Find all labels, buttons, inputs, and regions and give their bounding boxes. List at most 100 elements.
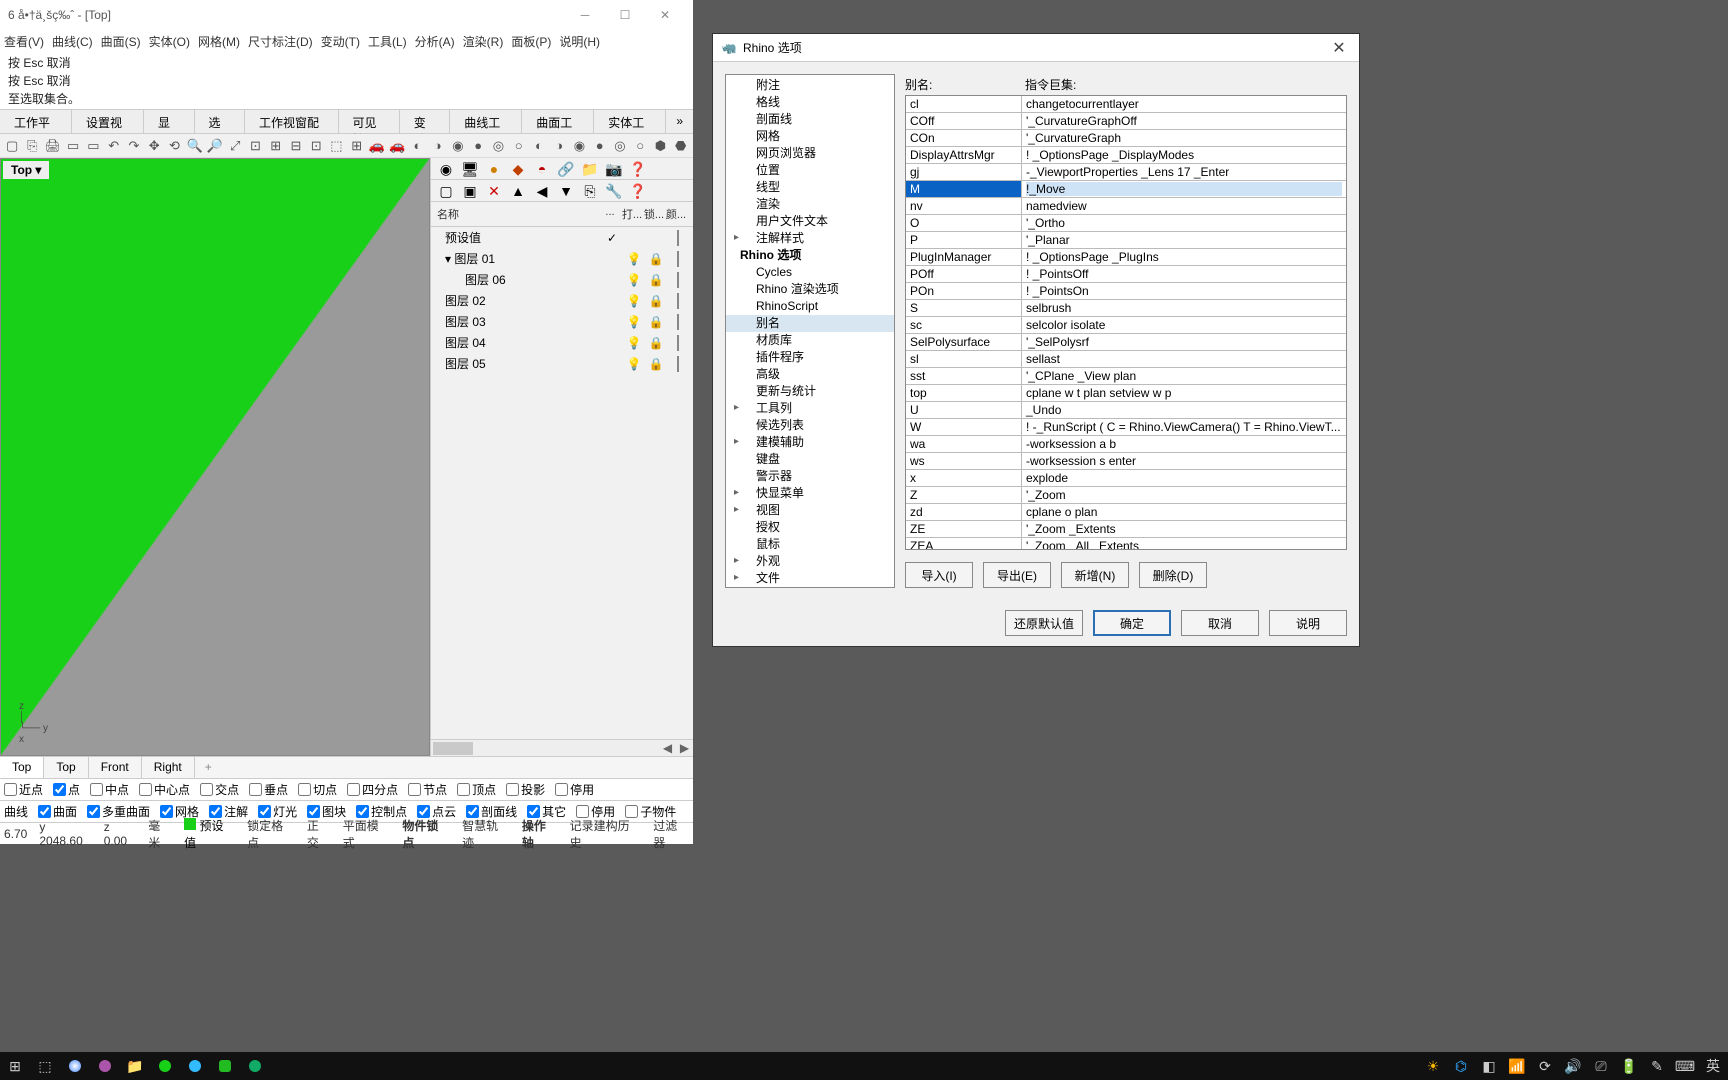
checkbox[interactable] xyxy=(555,783,568,796)
alias-row[interactable]: ws-worksession s enter xyxy=(906,453,1346,470)
toolbar-button[interactable]: ↶ xyxy=(106,137,122,155)
layer-states-icon[interactable]: ⎘ xyxy=(581,182,599,200)
alias-row[interactable]: COff'_CurvatureGraphOff xyxy=(906,113,1346,130)
camera-tab-icon[interactable]: 📷 xyxy=(605,160,623,178)
help-tab-icon[interactable]: ❓ xyxy=(629,160,647,178)
options-tree-node[interactable]: 更新与统计 xyxy=(726,383,894,400)
osnap-checkbox[interactable]: 多重曲面 xyxy=(87,803,150,820)
status-toggle[interactable]: 平面模式 xyxy=(343,817,391,851)
viewport-tab[interactable]: Front xyxy=(89,757,142,778)
alias-row[interactable]: P'_Planar xyxy=(906,232,1346,249)
menu-item[interactable]: 分析(A) xyxy=(415,33,455,50)
alias-row[interactable]: slsellast xyxy=(906,351,1346,368)
task-icon[interactable]: ⬚ xyxy=(36,1057,54,1075)
menu-item[interactable]: 尺寸标注(D) xyxy=(248,33,313,50)
tray-icon[interactable]: ✎ xyxy=(1648,1057,1666,1075)
toolbar-tab[interactable]: 变动 xyxy=(400,110,451,133)
checkbox[interactable] xyxy=(200,783,213,796)
osnap-checkbox[interactable]: 点 xyxy=(53,781,80,798)
osnap-checkbox[interactable]: 近点 xyxy=(4,781,43,798)
export-button[interactable]: 导出(E) xyxy=(983,562,1051,588)
alias-row[interactable]: ZE'_Zoom _Extents xyxy=(906,521,1346,538)
menu-item[interactable]: 曲面(S) xyxy=(101,33,141,50)
toolbar-tab[interactable]: 曲面工具 xyxy=(522,110,594,133)
toolbar-button[interactable]: 🔍 xyxy=(187,137,203,155)
toolbar-button[interactable]: ▢ xyxy=(4,137,20,155)
viewport-tab[interactable]: Top xyxy=(44,757,88,778)
toolbar-button[interactable]: ⊡ xyxy=(247,137,263,155)
status-toggle[interactable]: 锁定格点 xyxy=(247,817,295,851)
panel-scrollbar[interactable]: ◀▶ xyxy=(431,739,693,756)
task-icon[interactable] xyxy=(186,1057,204,1075)
toolbar-button[interactable]: ◐ xyxy=(531,137,547,155)
options-tree-node[interactable]: 警示器 xyxy=(726,468,894,485)
osnap-checkbox[interactable]: 停用 xyxy=(555,781,594,798)
lightbulb-icon[interactable]: 💡 xyxy=(625,273,643,287)
options-tree-node[interactable]: 渲染 xyxy=(726,196,894,213)
render-tab-icon[interactable]: ● xyxy=(485,160,503,178)
options-tree-node[interactable]: 鼠标 xyxy=(726,536,894,553)
viewport-tab[interactable]: Top xyxy=(0,757,44,778)
col-name[interactable]: 名称 xyxy=(437,206,599,222)
alias-row[interactable]: sst'_CPlane _View plan xyxy=(906,368,1346,385)
status-toggle[interactable]: 智慧轨迹 xyxy=(462,817,510,851)
alias-macro-cell[interactable] xyxy=(1022,181,1346,197)
toolbar-tab[interactable]: 实体工具 xyxy=(594,110,666,133)
options-tree-node[interactable]: 线型 xyxy=(726,179,894,196)
checkbox[interactable] xyxy=(408,783,421,796)
osnap-checkbox[interactable]: 曲面 xyxy=(38,803,77,820)
options-tree-node[interactable]: 格线 xyxy=(726,94,894,111)
options-tree-node[interactable]: 材质库 xyxy=(726,332,894,349)
osnap-checkbox[interactable]: 顶点 xyxy=(457,781,496,798)
toolbar-tab[interactable]: 选取 xyxy=(195,110,246,133)
options-tree-node[interactable]: Rhino 选项 xyxy=(726,247,894,264)
move-down-icon[interactable]: ◀ xyxy=(533,182,551,200)
lock-icon[interactable]: 🔒 xyxy=(647,294,665,308)
toolbar-button[interactable]: ○ xyxy=(511,137,527,155)
tray-icon[interactable]: ⌨ xyxy=(1676,1057,1694,1075)
toolbar-button[interactable]: ⬚ xyxy=(328,137,344,155)
osnap-checkbox[interactable]: 切点 xyxy=(298,781,337,798)
toolbar-button[interactable]: ⊟ xyxy=(288,137,304,155)
alias-grid[interactable]: clchangetocurrentlayerCOff'_CurvatureGra… xyxy=(905,95,1347,550)
lightbulb-icon[interactable]: 💡 xyxy=(625,294,643,308)
new-layer-icon[interactable]: ▢ xyxy=(437,182,455,200)
checkbox[interactable] xyxy=(4,783,17,796)
checkbox[interactable] xyxy=(457,783,470,796)
status-toggle[interactable]: 物件锁点 xyxy=(402,817,450,851)
display-tab-icon[interactable]: 🖥 xyxy=(461,160,479,178)
col-on[interactable]: 打... xyxy=(621,206,643,222)
osnap-checkbox[interactable]: 中点 xyxy=(90,781,129,798)
checkbox[interactable] xyxy=(139,783,152,796)
options-tree-node[interactable]: 剖面线 xyxy=(726,111,894,128)
options-tree-node[interactable]: 别名 xyxy=(726,315,894,332)
options-tree-node[interactable]: 附注 xyxy=(726,77,894,94)
menu-item[interactable]: 渲染(R) xyxy=(463,33,504,50)
toolbar-button[interactable]: 🚗 xyxy=(369,137,385,155)
checkbox[interactable] xyxy=(90,783,103,796)
alias-row[interactable]: Z'_Zoom xyxy=(906,487,1346,504)
status-toggle[interactable]: 操作轴 xyxy=(522,817,558,851)
viewport-top[interactable]: Top ▾ z│└── yx xyxy=(0,158,430,756)
osnap-checkbox[interactable]: 中心点 xyxy=(139,781,190,798)
menu-item[interactable]: 工具(L) xyxy=(368,33,407,50)
alias-row[interactable]: W! -_RunScript ( C = Rhino.ViewCamera() … xyxy=(906,419,1346,436)
toolbar-button[interactable]: ⊡ xyxy=(308,137,324,155)
layer-row[interactable]: 图层 06 💡 🔒 xyxy=(431,269,693,290)
osnap-checkbox[interactable]: 交点 xyxy=(200,781,239,798)
alias-row[interactable]: DisplayAttrsMgr! _OptionsPage _DisplayMo… xyxy=(906,147,1346,164)
alias-row[interactable]: Sselbrush xyxy=(906,300,1346,317)
layer-row[interactable]: 图层 03 💡 🔒 xyxy=(431,311,693,332)
options-tree-node[interactable]: 文件 xyxy=(726,570,894,587)
col-color[interactable]: 颜... xyxy=(665,206,687,222)
options-tree-node[interactable]: 位置 xyxy=(726,162,894,179)
task-icon[interactable] xyxy=(156,1057,174,1075)
options-tree-node[interactable]: 网格 xyxy=(726,128,894,145)
status-toggle[interactable]: 记录建构历史 xyxy=(570,817,642,851)
options-tree-node[interactable]: RhinoScript xyxy=(726,298,894,315)
delete-button[interactable]: 删除(D) xyxy=(1139,562,1207,588)
toolbar-button[interactable]: ⊞ xyxy=(349,137,365,155)
alias-row[interactable]: gj-_ViewportProperties _Lens 17 _Enter xyxy=(906,164,1346,181)
toolbar-button[interactable]: 🖨 xyxy=(45,137,62,155)
new-button[interactable]: 新增(N) xyxy=(1061,562,1129,588)
